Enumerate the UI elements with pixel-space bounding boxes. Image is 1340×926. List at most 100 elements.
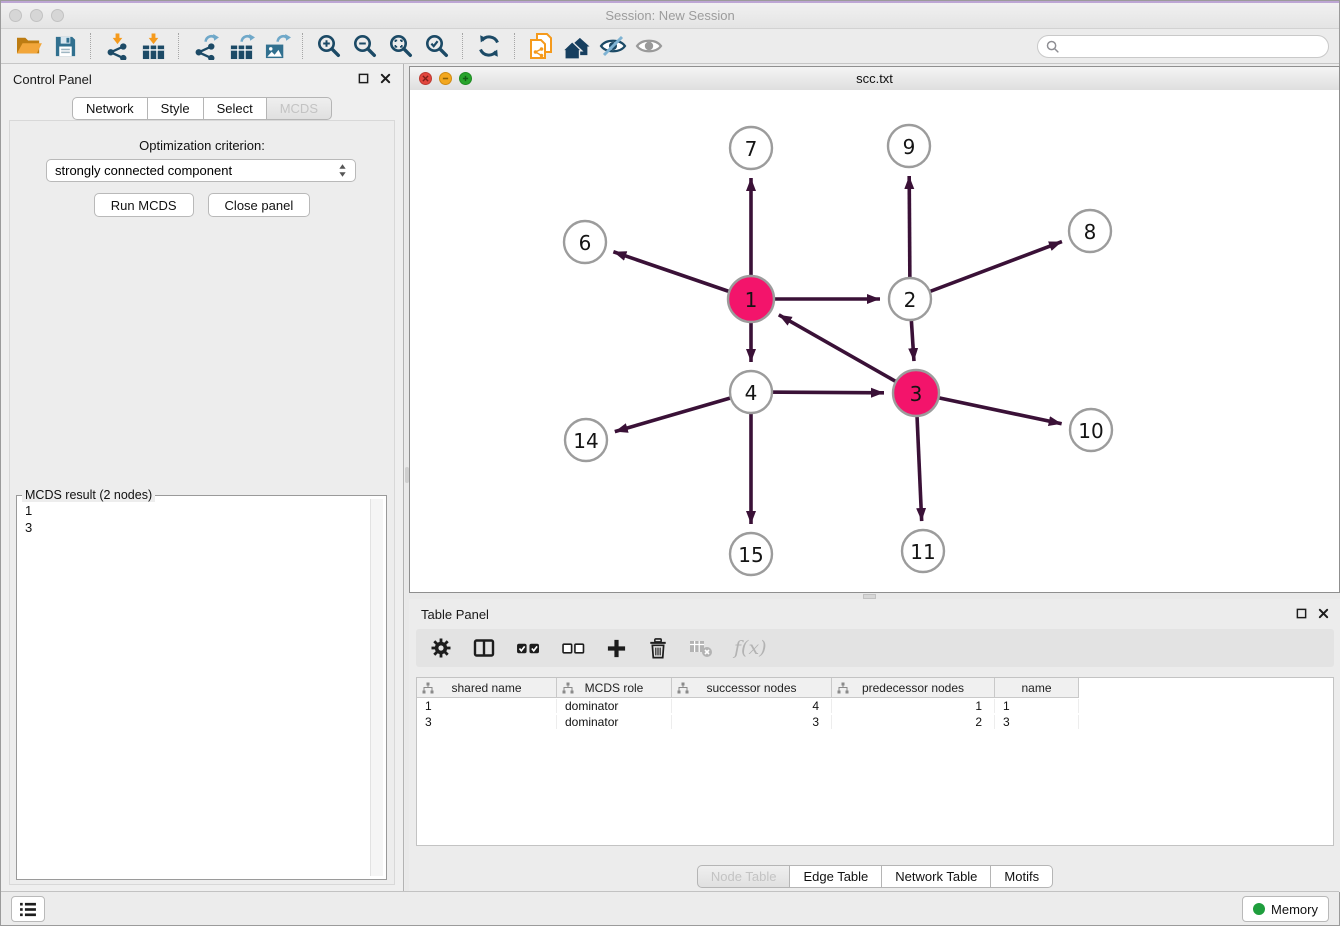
delete-column-button[interactable]: [648, 635, 668, 661]
show-columns-button[interactable]: [473, 635, 495, 661]
add-column-button[interactable]: [606, 635, 627, 661]
network-canvas[interactable]: 7968124314101511: [410, 90, 1339, 592]
table-row[interactable]: 1dominator411: [417, 698, 1333, 714]
table-cell[interactable]: 1: [832, 699, 995, 713]
home-button[interactable]: [559, 31, 595, 62]
column-type-icon: [677, 682, 689, 694]
maximize-window-button[interactable]: [51, 9, 64, 22]
hide-selected-button[interactable]: [595, 31, 631, 62]
column-header-shared-name[interactable]: shared name: [417, 678, 557, 698]
show-hidden-button[interactable]: [631, 31, 667, 62]
control-panel-title: Control Panel: [13, 72, 92, 87]
column-header-label: predecessor nodes: [832, 681, 994, 695]
column-header-name[interactable]: name: [995, 678, 1079, 698]
tab-network-table[interactable]: Network Table: [882, 865, 991, 888]
network-graph: 7968124314101511: [410, 90, 1339, 592]
import-network-button[interactable]: [99, 31, 135, 62]
table-cell[interactable]: 3: [672, 715, 832, 729]
table-cell[interactable]: 1: [995, 699, 1079, 713]
export-network-button[interactable]: [187, 31, 223, 62]
tab-mcds[interactable]: MCDS: [267, 97, 332, 120]
fx-icon: f(x): [734, 637, 767, 659]
import-network-icon: [104, 33, 131, 60]
zoom-fit-icon: [388, 33, 414, 59]
delete-table-button[interactable]: [689, 635, 713, 661]
zoom-selected-icon: [424, 33, 450, 59]
close-view-button[interactable]: [419, 72, 432, 85]
open-session-button[interactable]: [11, 31, 47, 62]
task-history-button[interactable]: [11, 896, 45, 922]
search-input[interactable]: [1064, 38, 1320, 55]
network-window-controls: [419, 72, 472, 85]
tab-motifs[interactable]: Motifs: [991, 865, 1053, 888]
close-panel-icon[interactable]: [380, 73, 391, 84]
export-image-button[interactable]: [259, 31, 295, 62]
close-window-button[interactable]: [9, 9, 22, 22]
memory-label: Memory: [1271, 902, 1318, 917]
zoom-fit-button[interactable]: [383, 31, 419, 62]
graph-node-label: 3: [910, 382, 923, 406]
zoom-out-button[interactable]: [347, 31, 383, 62]
status-bar: Memory: [1, 891, 1339, 925]
tab-edge-table[interactable]: Edge Table: [790, 865, 882, 888]
zoom-selected-button[interactable]: [419, 31, 455, 62]
save-session-button[interactable]: [47, 31, 83, 62]
float-panel-icon[interactable]: [1296, 608, 1307, 619]
column-header-label: shared name: [417, 681, 556, 695]
table-toolbar: f(x): [416, 629, 1334, 667]
memory-button[interactable]: Memory: [1242, 896, 1329, 922]
eye-icon: [635, 36, 663, 56]
column-header-mcds-role[interactable]: MCDS role: [557, 678, 672, 698]
graph-node-label: 15: [738, 543, 763, 567]
mcds-result-line: 1: [25, 502, 368, 519]
table-settings-button[interactable]: [430, 635, 452, 661]
export-table-button[interactable]: [223, 31, 259, 62]
graph-node-label: 14: [573, 429, 598, 453]
export-table-icon: [228, 33, 255, 60]
close-panel-icon[interactable]: [1318, 608, 1329, 619]
network-window-titlebar[interactable]: scc.txt: [410, 67, 1339, 91]
network-from-selection-button[interactable]: [523, 31, 559, 62]
column-header-label: MCDS role: [557, 681, 671, 695]
tab-select[interactable]: Select: [204, 97, 267, 120]
tab-node-table[interactable]: Node Table: [697, 865, 791, 888]
minimize-window-button[interactable]: [30, 9, 43, 22]
table-cell[interactable]: 4: [672, 699, 832, 713]
gear-icon: [430, 637, 452, 659]
float-panel-icon[interactable]: [358, 73, 369, 84]
run-mcds-button[interactable]: Run MCDS: [94, 193, 194, 217]
network-view-title: scc.txt: [410, 67, 1339, 90]
table-cell[interactable]: 3: [417, 715, 557, 729]
search-box[interactable]: [1037, 35, 1329, 58]
close-panel-button[interactable]: Close panel: [208, 193, 311, 217]
graph-node-label: 1: [745, 288, 758, 312]
refresh-button[interactable]: [471, 31, 507, 62]
tab-network[interactable]: Network: [72, 97, 148, 120]
maximize-view-button[interactable]: [459, 72, 472, 85]
table-panel-title: Table Panel: [421, 607, 489, 622]
export-network-icon: [192, 33, 219, 60]
table-cell[interactable]: 1: [417, 699, 557, 713]
table-cell[interactable]: 3: [995, 715, 1079, 729]
tab-style[interactable]: Style: [148, 97, 204, 120]
column-header-successor-nodes[interactable]: successor nodes: [672, 678, 832, 698]
criterion-dropdown[interactable]: strongly connected component: [46, 159, 356, 182]
select-all-button[interactable]: [516, 635, 541, 661]
table-cell[interactable]: dominator: [557, 699, 672, 713]
graph-edge-2-8[interactable]: [910, 242, 1062, 299]
function-builder-button[interactable]: f(x): [734, 635, 767, 661]
optimization-criterion-label: Optimization criterion:: [10, 138, 394, 153]
table-row[interactable]: 3dominator323: [417, 714, 1333, 730]
mcds-result-list[interactable]: 13: [25, 502, 368, 875]
deselect-all-button[interactable]: [562, 635, 585, 661]
graph-node-label: 6: [579, 231, 592, 255]
zoom-in-button[interactable]: [311, 31, 347, 62]
mcds-result-title: MCDS result (2 nodes): [22, 488, 155, 502]
table-cell[interactable]: 2: [832, 715, 995, 729]
mcds-result-scrollbar[interactable]: [370, 499, 383, 876]
table-cell[interactable]: dominator: [557, 715, 672, 729]
column-header-predecessor-nodes[interactable]: predecessor nodes: [832, 678, 995, 698]
minimize-view-button[interactable]: [439, 72, 452, 85]
import-table-button[interactable]: [135, 31, 171, 62]
graph-node-label: 9: [903, 135, 916, 159]
